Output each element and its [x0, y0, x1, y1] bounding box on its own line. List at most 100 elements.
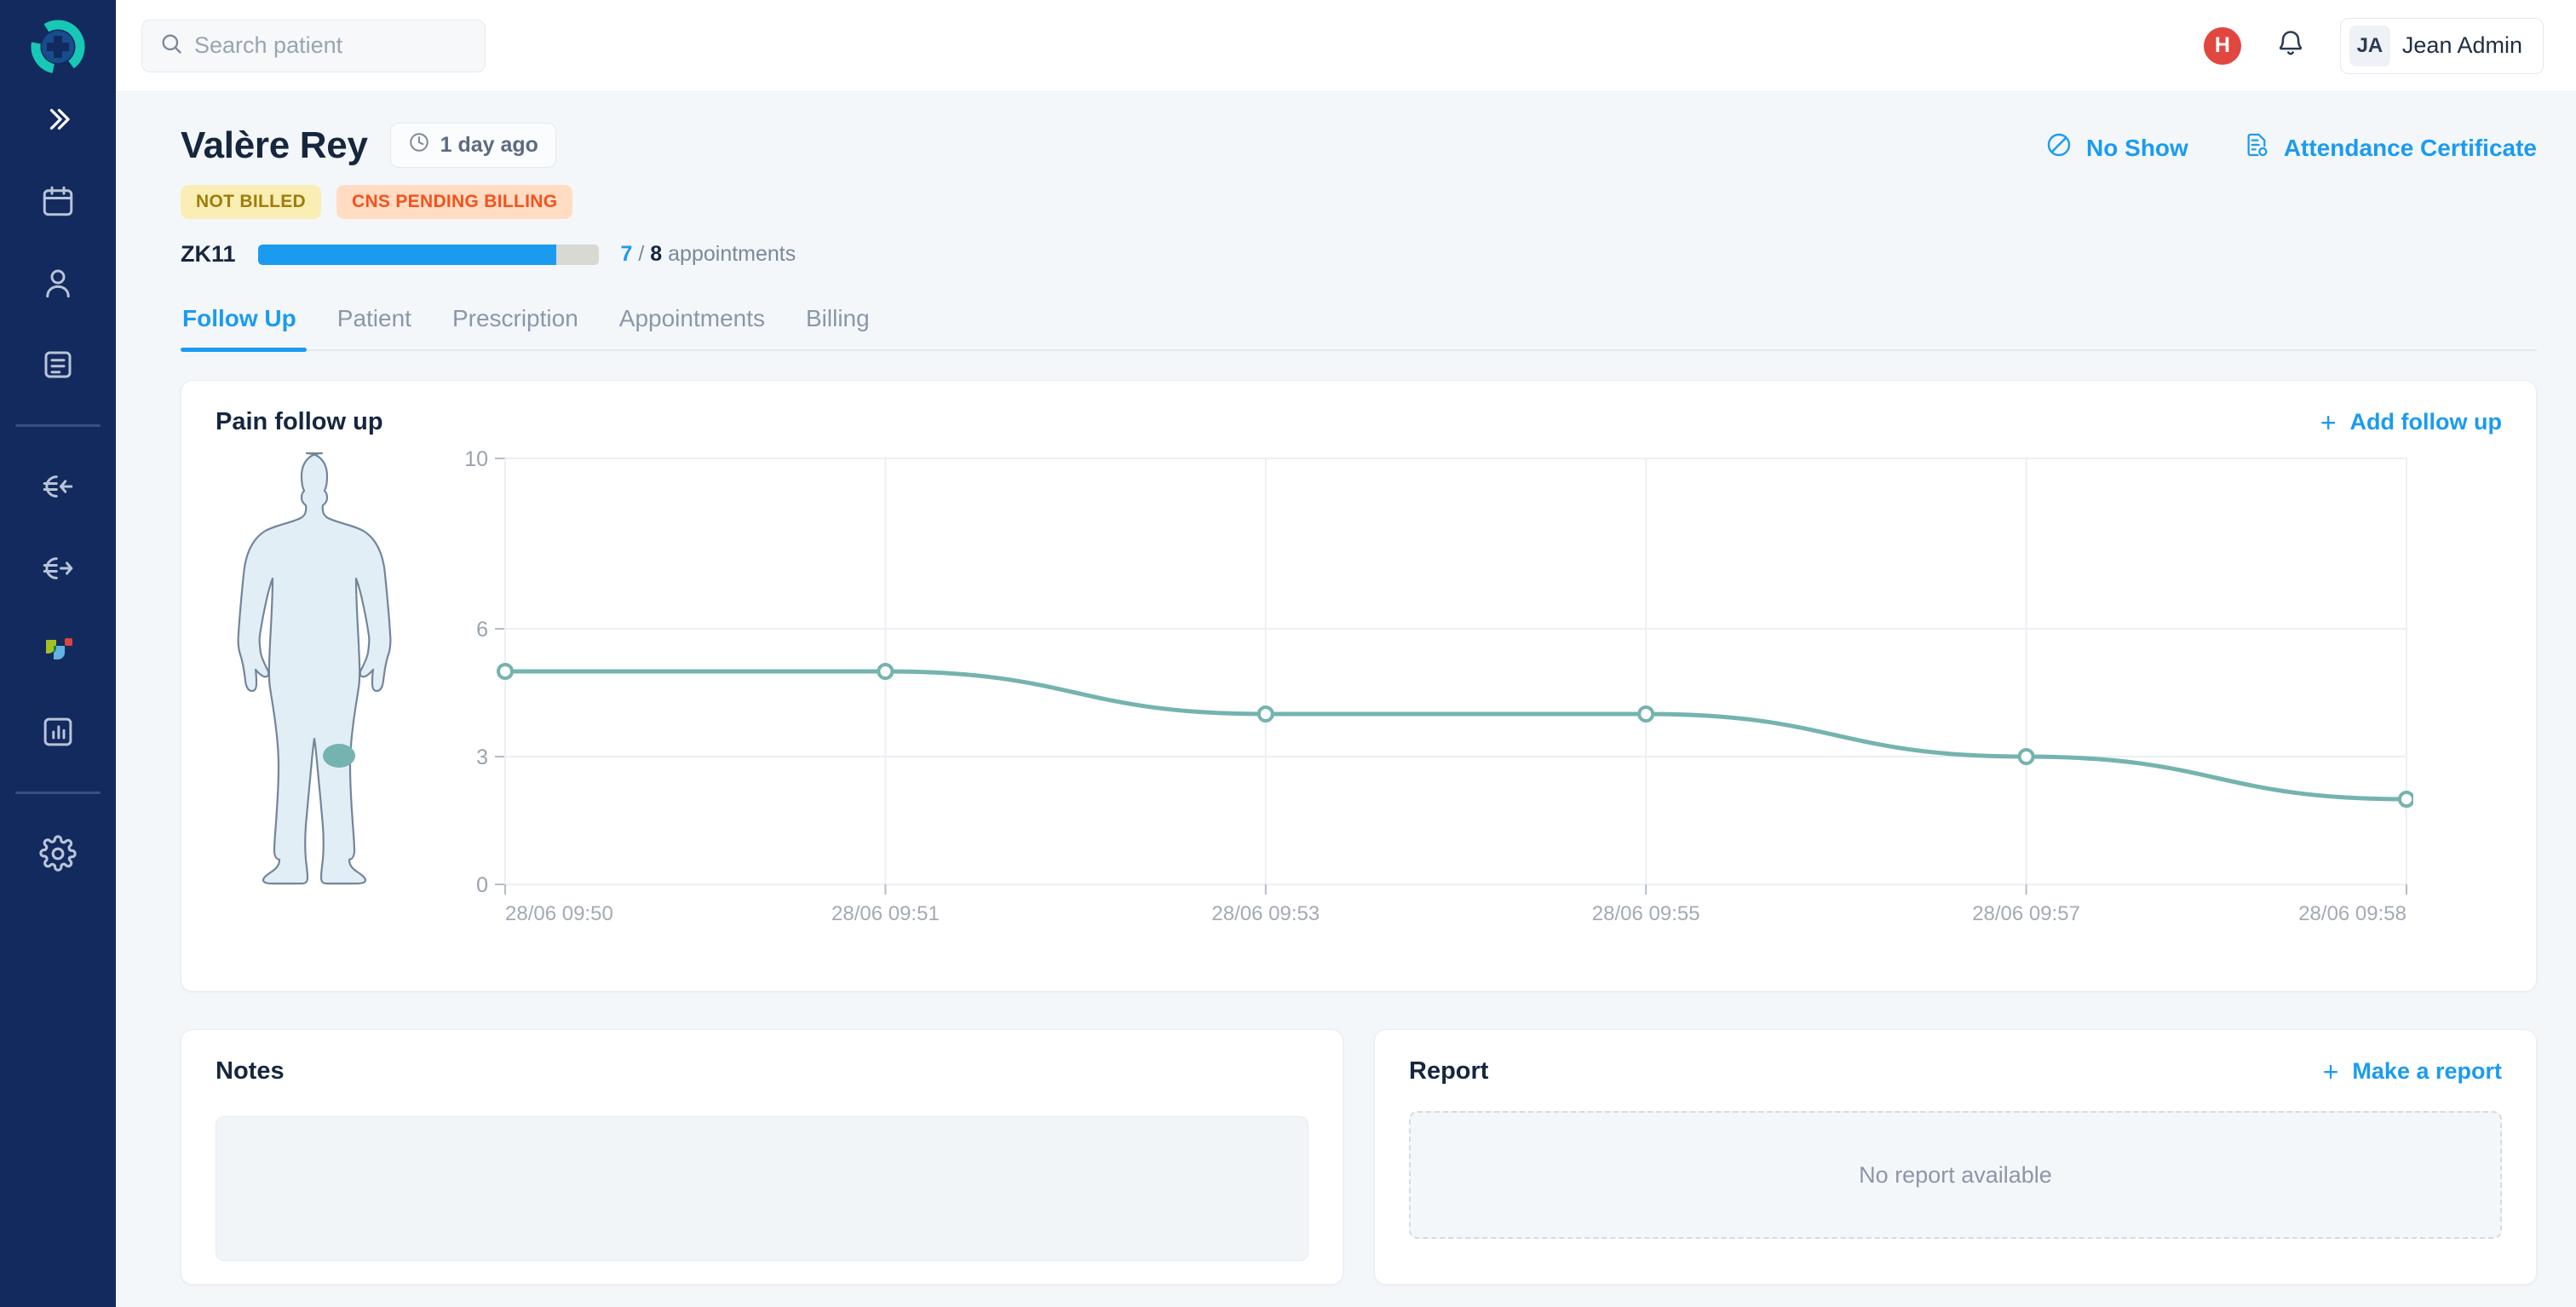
svg-text:10: 10 [464, 447, 488, 471]
sidebar-item-settings[interactable] [0, 813, 116, 895]
topbar-right: H JA Jean Admin [2203, 17, 2544, 74]
no-show-button[interactable]: No Show [2045, 131, 2188, 164]
add-follow-up-button[interactable]: + Add follow up [2320, 409, 2502, 436]
patient-name-line: Valère Rey 1 day ago [181, 123, 796, 168]
app-root: Search patient H JA Jean Admin Valère Re… [0, 0, 2576, 1307]
svg-text:6: 6 [476, 618, 488, 642]
patient-header: Valère Rey 1 day ago NOT BILLED CNS PEND… [181, 123, 2537, 268]
tab-billing[interactable]: Billing [785, 305, 890, 349]
progress-bar [257, 244, 599, 265]
make-a-report-button[interactable]: + Make a report [2323, 1058, 2502, 1085]
calendar-icon [40, 183, 76, 219]
bottom-cards: Notes Report + Make a report No report a… [181, 1029, 2537, 1285]
bar-chart-icon [40, 714, 76, 750]
notes-textarea[interactable] [216, 1116, 1308, 1261]
euro-out-icon [40, 550, 76, 586]
svg-text:28/06 09:58: 28/06 09:58 [2298, 902, 2406, 925]
notes-card: Notes [181, 1029, 1343, 1285]
sidebar-item-calendar[interactable] [0, 160, 116, 242]
appointments-label: appointments [668, 242, 796, 266]
clinic-cross-logo-icon[interactable] [26, 15, 89, 78]
status-badge: CNS PENDING BILLING [336, 185, 573, 219]
sidebar [0, 0, 116, 1307]
report-card-title: Report [1409, 1057, 1489, 1085]
patient-summary: Valère Rey 1 day ago NOT BILLED CNS PEND… [181, 123, 796, 268]
sidebar-item-outgoing-payments[interactable] [0, 527, 116, 609]
pain-line-chart: 0 3 6 10 28/06 09:50 28/06 09:51 28/06 09:53 28… [428, 441, 2502, 957]
document-lines-icon [40, 347, 76, 383]
svg-text:28/06 09:57: 28/06 09:57 [1972, 902, 2080, 925]
help-badge[interactable]: H [2203, 26, 2241, 65]
make-a-report-label: Make a report [2352, 1058, 2502, 1084]
sidebar-divider [15, 424, 101, 427]
page-content: Valère Rey 1 day ago NOT BILLED CNS PEND… [116, 92, 2576, 1307]
report-card-header: Report + Make a report [1375, 1030, 2536, 1085]
last-seen-chip: 1 day ago [389, 123, 556, 168]
euro-in-icon [40, 469, 76, 504]
clock-icon [408, 131, 430, 159]
svg-text:28/06 09:55: 28/06 09:55 [1592, 902, 1700, 925]
chevrons-right-icon [43, 104, 73, 135]
no-show-label: No Show [2086, 134, 2188, 161]
sidebar-item-documents[interactable] [0, 324, 116, 406]
appointments-done: 7 [620, 242, 633, 266]
plus-icon: + [2322, 1056, 2339, 1087]
last-seen-label: 1 day ago [440, 133, 538, 157]
certificate-icon [2243, 131, 2270, 164]
bell-icon[interactable] [2275, 28, 2306, 63]
notes-card-header: Notes [181, 1030, 1343, 1085]
human-body-front-silhouette-icon[interactable] [216, 441, 428, 958]
status-badges: NOT BILLED CNS PENDING BILLING [181, 185, 796, 219]
user-menu[interactable]: JA Jean Admin [2339, 17, 2544, 74]
pain-card-title: Pain follow up [216, 408, 383, 435]
search-placeholder: Search patient [194, 32, 343, 58]
topbar: Search patient H JA Jean Admin [116, 0, 2576, 92]
user-icon [40, 265, 76, 301]
patient-actions: No Show Attendance Certificate [2045, 123, 2537, 164]
status-badge: NOT BILLED [181, 185, 321, 219]
tab-follow-up[interactable]: Follow Up [181, 305, 317, 352]
pain-card-body: 0 3 6 10 28/06 09:50 28/06 09:51 28/06 09:53 28… [181, 436, 2536, 982]
report-empty-state: No report available [1409, 1111, 2502, 1239]
tab-patient[interactable]: Patient [317, 305, 432, 349]
sidebar-item-statistics[interactable] [0, 691, 116, 773]
attendance-certificate-label: Attendance Certificate [2283, 134, 2537, 161]
pain-marker [323, 744, 355, 768]
appointments-progress: ZK11 7 / 8 appointments [181, 241, 796, 268]
attendance-certificate-button[interactable]: Attendance Certificate [2243, 131, 2537, 164]
sidebar-item-apps[interactable] [0, 609, 116, 691]
pain-follow-up-card: Pain follow up + Add follow up 0 3 6 10 2… [181, 380, 2537, 992]
main-area: Search patient H JA Jean Admin Valère Re… [116, 0, 2576, 1307]
no-show-icon [2045, 131, 2073, 164]
pain-chart-svg[interactable]: 0 3 6 10 28/06 09:50 28/06 09:51 28/06 09:53 28… [454, 441, 2415, 953]
tab-appointments[interactable]: Appointments [599, 305, 785, 349]
gear-icon [39, 835, 77, 872]
svg-text:3: 3 [476, 746, 488, 769]
sidebar-item-incoming-payments[interactable] [0, 446, 116, 527]
user-name: Jean Admin [2401, 32, 2522, 58]
report-card: Report + Make a report No report availab… [1374, 1029, 2537, 1285]
svg-text:28/06 09:50: 28/06 09:50 [505, 902, 613, 925]
sidebar-item-expand-sidebar[interactable] [0, 78, 116, 160]
patient-code: ZK11 [181, 241, 236, 267]
apps-leaf-icon [39, 631, 77, 669]
appointments-count: 7 / 8 appointments [620, 242, 796, 266]
svg-text:28/06 09:53: 28/06 09:53 [1211, 902, 1320, 925]
sidebar-divider-2 [15, 792, 101, 794]
svg-text:28/06 09:51: 28/06 09:51 [831, 902, 940, 925]
search-input[interactable]: Search patient [141, 19, 486, 72]
avatar: JA [2349, 25, 2390, 66]
sidebar-item-patients[interactable] [0, 242, 116, 324]
sidebar-nav [0, 78, 116, 895]
page-title: Valère Rey [181, 124, 368, 166]
svg-text:0: 0 [476, 873, 488, 897]
tab-bar: Follow Up Patient Prescription Appointme… [181, 305, 2537, 352]
appointments-total: 8 [650, 242, 663, 266]
add-follow-up-label: Add follow up [2349, 409, 2502, 435]
progress-bar-fill [257, 244, 556, 265]
plus-icon: + [2320, 406, 2337, 438]
pain-card-header: Pain follow up + Add follow up [181, 381, 2536, 436]
search-icon [159, 32, 183, 60]
tab-prescription[interactable]: Prescription [432, 305, 599, 349]
notes-card-title: Notes [216, 1057, 285, 1085]
